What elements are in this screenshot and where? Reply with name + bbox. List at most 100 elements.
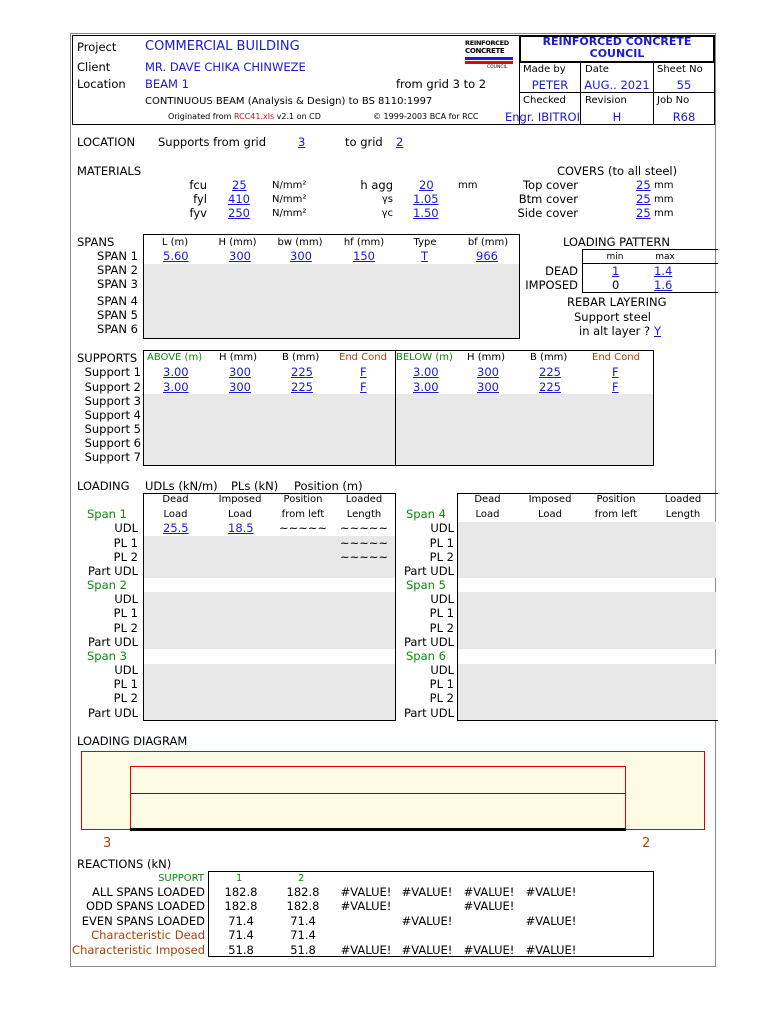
ll-len-1: Loaded: [345, 494, 383, 505]
sup-row-1: Support 1: [84, 365, 141, 379]
lp-imposed-max[interactable]: 1.6: [654, 278, 672, 292]
rebar-value[interactable]: Y: [654, 324, 661, 338]
s1-end[interactable]: F: [360, 365, 367, 379]
span-row-1: SPAN 1: [97, 249, 138, 263]
support-num-1: 1: [236, 873, 243, 884]
l1-part: Part UDL: [87, 564, 138, 578]
s1-b-b[interactable]: 225: [539, 365, 561, 379]
job-label: Job No: [657, 95, 690, 106]
sup-row-5: Support 5: [84, 422, 141, 436]
s1-h[interactable]: 300: [229, 365, 251, 379]
fcu-value[interactable]: 25: [232, 178, 247, 192]
span1-l[interactable]: 5.60: [163, 249, 189, 263]
s2-below[interactable]: 3.00: [413, 380, 439, 394]
s1-b[interactable]: 225: [291, 365, 313, 379]
sheet-label: Sheet No: [657, 64, 703, 75]
sup-row-3: Support 3: [84, 394, 141, 408]
fyv-value[interactable]: 250: [228, 206, 250, 220]
lr-len-2: Length: [665, 509, 701, 520]
side-cover-unit: mm: [654, 208, 674, 219]
sup-below-label: BELOW (m): [396, 352, 453, 363]
ll-grey-3: [144, 664, 395, 720]
span1-label: Span 1: [87, 507, 127, 521]
ll-dead-1: Dead: [162, 494, 189, 505]
reaction-value: #VALUE!: [340, 899, 392, 914]
s2-b[interactable]: 225: [291, 380, 313, 394]
btm-cover-value[interactable]: 25: [636, 192, 651, 206]
rebar-line2: in alt layer ?: [579, 324, 651, 338]
to-grid-value[interactable]: 2: [396, 135, 403, 149]
reaction-value: 71.4: [290, 928, 316, 943]
span1-h[interactable]: 300: [229, 249, 251, 263]
lp-dead-min[interactable]: 1: [612, 264, 619, 278]
l4-pl1: PL 1: [429, 536, 454, 550]
hagg-value[interactable]: 20: [419, 178, 434, 192]
supports-empty-above: [144, 394, 395, 465]
s2-end[interactable]: F: [360, 380, 367, 394]
s2-h-b[interactable]: 300: [477, 380, 499, 394]
sheet-value[interactable]: 55: [654, 78, 714, 92]
reactions-label: REACTIONS (kN): [77, 857, 172, 871]
fyv-label: fyv: [189, 206, 207, 220]
l5-udl: UDL: [430, 592, 454, 606]
reaction-value: 182.8: [286, 885, 320, 899]
l4-udl: UDL: [430, 521, 454, 535]
l3-pl2: PL 2: [113, 691, 138, 705]
support-label: SUPPORT: [158, 873, 204, 884]
span1-type[interactable]: T: [421, 249, 428, 263]
span1-udl-imposed[interactable]: 18.5: [228, 521, 254, 535]
s1-end-b[interactable]: F: [612, 365, 619, 379]
fcu-unit: N/mm²: [272, 180, 307, 191]
lp-imposed-min[interactable]: 0: [612, 278, 619, 292]
span1-hf[interactable]: 150: [353, 249, 375, 263]
yc-value[interactable]: 1.50: [413, 206, 439, 220]
fyl-value[interactable]: 410: [228, 192, 250, 206]
l6-udl: UDL: [430, 663, 454, 677]
reaction-value: #VALUE!: [401, 942, 453, 957]
project-value[interactable]: COMMERCIAL BUILDING: [145, 39, 300, 54]
checked-value[interactable]: Engr. IBITROI: [505, 110, 580, 124]
job-value[interactable]: R68: [654, 110, 714, 124]
span1-bf[interactable]: 966: [476, 249, 498, 263]
location-value[interactable]: BEAM 1: [145, 77, 189, 91]
reaction-value: 182.8: [224, 899, 258, 914]
span1-pl1-len: ~~~~~: [340, 536, 389, 550]
side-cover-value[interactable]: 25: [636, 206, 651, 220]
s2-end-b[interactable]: F: [612, 380, 619, 394]
s2-b-b[interactable]: 225: [539, 380, 561, 394]
reaction-value: #VALUE!: [463, 885, 515, 899]
s1-h-b[interactable]: 300: [477, 365, 499, 379]
span1-udl-pos: ~~~~~: [279, 521, 328, 535]
support-num-2: 2: [298, 873, 305, 884]
l3-part: Part UDL: [87, 706, 138, 720]
l2-pl2: PL 2: [113, 621, 138, 635]
copyright: © 1999-2003 BCA for RCC: [373, 112, 479, 121]
reaction-row-label: EVEN SPANS LOADED: [81, 913, 205, 928]
s2-above[interactable]: 3.00: [163, 380, 189, 394]
client-value[interactable]: MR. DAVE CHIKA CHINWEZE: [145, 60, 306, 74]
fyv-unit: N/mm²: [272, 208, 307, 219]
top-cover-value[interactable]: 25: [636, 178, 651, 192]
ll-len-2: Length: [346, 509, 382, 520]
span3-label: Span 3: [87, 649, 127, 663]
pl-units: PLs (kN): [231, 479, 279, 493]
sup-b-label-a: B (mm): [282, 352, 320, 363]
s1-above[interactable]: 3.00: [163, 365, 189, 379]
project-label: Project: [77, 40, 117, 54]
date-value[interactable]: AUG.. 2021: [581, 78, 653, 92]
lp-min-label: min: [606, 252, 624, 262]
reaction-row-label: ALL SPANS LOADED: [92, 885, 205, 899]
s2-h[interactable]: 300: [229, 380, 251, 394]
s1-below[interactable]: 3.00: [413, 365, 439, 379]
l2-part: Part UDL: [87, 635, 138, 649]
span1-bw[interactable]: 300: [290, 249, 312, 263]
originated-line: Originated from RCC41.xls v2.1 on CD: [168, 112, 321, 121]
from-grid-value[interactable]: 3: [298, 135, 305, 149]
lp-dead-max[interactable]: 1.4: [654, 264, 672, 278]
sup-h-label-b: H (mm): [467, 352, 505, 363]
ys-value[interactable]: 1.05: [413, 192, 439, 206]
revision-value[interactable]: H: [581, 110, 653, 124]
made-by-value[interactable]: PETER: [520, 78, 580, 92]
btm-cover-label: Btm cover: [518, 192, 578, 206]
span1-udl-dead[interactable]: 25.5: [163, 521, 189, 535]
